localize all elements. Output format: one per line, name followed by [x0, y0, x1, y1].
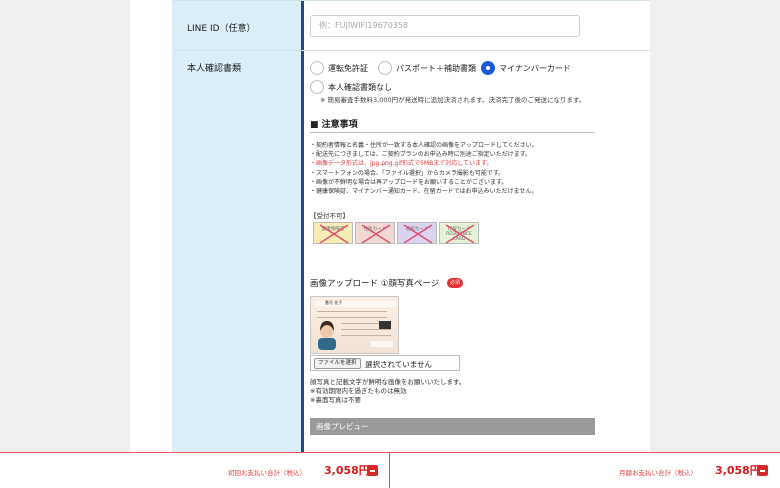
radio-mynumber-card[interactable] [481, 61, 495, 75]
notes-list: ・契約者情報と名義・住所が一致する本人確認の画像をアップロードしてください。 ・… [310, 141, 600, 196]
line-id-label: LINE ID（任意） [187, 24, 256, 34]
footer-divider [389, 453, 390, 488]
monthly-payment-price: 3,058円 [715, 464, 761, 477]
notes-rule [310, 132, 595, 133]
unaccepted-resident-card: 住民カード [355, 222, 395, 244]
note-item: ・スマートフォンの場合、「ファイル選択」からカメラ撮影も可能です。 [310, 169, 505, 177]
unaccepted-notification-card: 通知カード [397, 222, 437, 244]
image-preview-header: 画像プレビュー [310, 418, 595, 435]
note-item: ・契約者情報と名義・住所が一致する本人確認の画像をアップロードしてください。 [310, 142, 538, 149]
unaccepted-residence-card: 在留カード RESIDENCE CARD [439, 222, 479, 244]
note-item: ・画像が不鮮明な場合は再アップロードをお願いすることがございます。 [310, 178, 508, 186]
id-card-name: 番号 花子 [325, 300, 343, 305]
payment-footer: 初回お支払い合計（税込） 3,058円 月額お支払い合計（税込） 3,058円 [0, 452, 780, 488]
unaccepted-label: 【受付不可】 [310, 212, 349, 220]
file-status: 選択されていません [365, 360, 433, 369]
monthly-payment-label: 月額お支払い合計（税込） [619, 469, 697, 477]
radio-passport[interactable] [378, 61, 392, 75]
radio-label-no-document: 本人確認書類なし [328, 83, 392, 92]
radio-label-drivers-license: 運転免許証 [328, 64, 368, 73]
radio-label-passport: パスポート＋補助書類 [396, 64, 476, 73]
line-id-input[interactable]: 例：FUJIWIFI19670358 [310, 15, 580, 37]
row-divider [172, 50, 650, 51]
first-payment-label: 初回お支払い合計（税込） [228, 469, 306, 477]
first-payment-price: 3,058円 [324, 464, 370, 477]
monthly-payment-toggle-button[interactable] [757, 465, 768, 476]
radio-label-mynumber-card: マイナンバーカード [499, 64, 571, 73]
identity-label: 本人確認書類 [187, 64, 242, 74]
fee-note: ※ 簡易審査手数料3,000円が発送時に追加決済されます。決済完了後のご発送にな… [320, 96, 586, 104]
required-badge: 必須 [447, 278, 463, 288]
choose-file-button[interactable]: ファイルを選択 [314, 358, 361, 369]
note-item: ・配送先につきましては、ご契約プランのお申込み時に別途ご指定いただけます。 [310, 151, 532, 159]
radio-drivers-license[interactable] [310, 61, 324, 75]
upload-heading: 画像アップロード ①顔写真ページ [310, 279, 440, 289]
id-card-sample-image: 番号 花子 [310, 296, 399, 354]
file-input[interactable]: ファイルを選択 選択されていません [310, 355, 460, 371]
note-item: ・健康保険証、マイナンバー通知カード、在留カードではお申込みいただけません。 [310, 188, 538, 196]
upload-notes: 顔写真と記載文字が鮮明な画像をお願いいたします。 ※有効期限内を過ぎたものは無効… [310, 378, 466, 404]
notes-heading: ■ 注意事項 [310, 120, 358, 130]
radio-no-document[interactable] [310, 80, 324, 94]
unaccepted-health-insurance: 健康保険証 [313, 222, 353, 244]
first-payment-toggle-button[interactable] [367, 465, 378, 476]
note-item-format: ・画像データ形式は、jpg,png,gif形式で5MBまで対応しています。 [310, 160, 493, 168]
row-divider [172, 0, 650, 1]
